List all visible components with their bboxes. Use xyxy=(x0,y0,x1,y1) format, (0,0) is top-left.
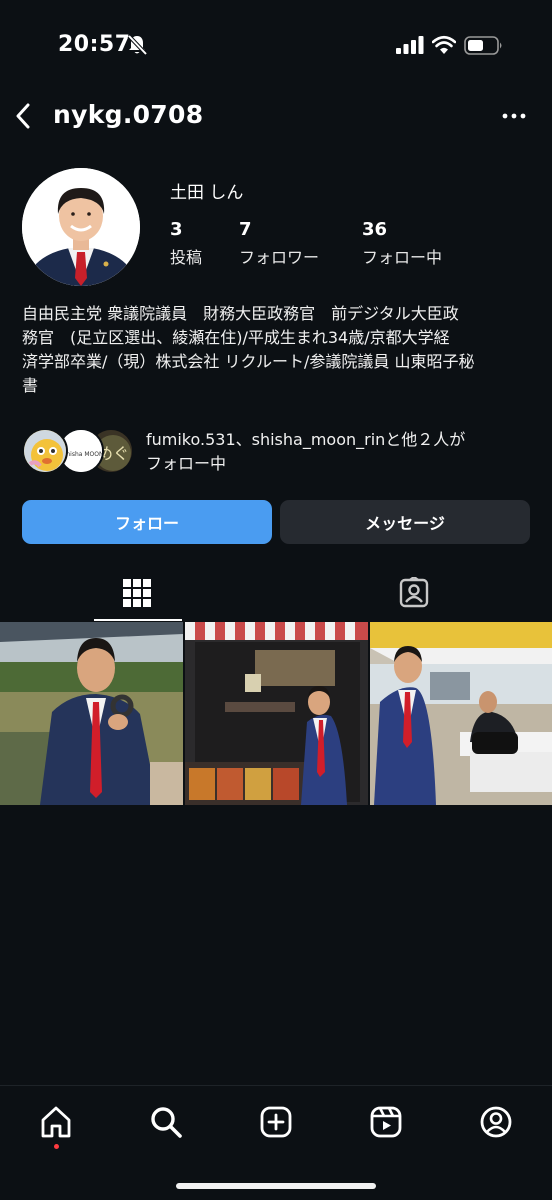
stat-followers-count: 7 xyxy=(239,219,252,240)
follow-button[interactable]: フォロー xyxy=(22,500,272,544)
post-thumbnail[interactable] xyxy=(0,622,183,805)
home-icon xyxy=(41,1106,71,1138)
tab-tagged[interactable] xyxy=(322,565,506,621)
more-horizontal-icon xyxy=(502,113,526,119)
profile-bio: 自由民主党 衆議院議員 財務大臣政務官 前デジタル大臣政 務官 (足立区選出、綾… xyxy=(22,302,537,398)
stat-followers-label: フォロワー xyxy=(239,248,320,267)
search-icon xyxy=(151,1107,182,1138)
profile-header: nykg.0708 xyxy=(0,95,552,137)
bio-line: 務官 (足立区選出、綾瀬在住)/平成生まれ34歳/京都大学経 xyxy=(22,328,450,347)
stat-following-label: フォロー中 xyxy=(362,248,443,267)
bio-line: 済学部卒業/（現）株式会社 リクルート/参議院議員 山東昭子秘 xyxy=(22,352,475,371)
mutual-followers-avatars[interactable]: めぐ Shisha MOON xyxy=(22,428,134,474)
profile-photo xyxy=(22,168,140,286)
nav-reels[interactable] xyxy=(366,1102,406,1142)
post-image-1 xyxy=(0,622,183,805)
nav-search[interactable] xyxy=(146,1102,186,1142)
nav-home[interactable] xyxy=(36,1102,76,1142)
chevron-left-icon xyxy=(16,103,30,129)
post-thumbnail[interactable] xyxy=(185,622,368,805)
back-button[interactable] xyxy=(8,99,38,133)
tagged-icon xyxy=(399,577,429,608)
stat-followers[interactable]: 7 フォロワー xyxy=(239,219,319,268)
profile-username: nykg.0708 xyxy=(53,100,204,129)
bio-line: 書 xyxy=(22,376,39,395)
mutual-followers-line: フォロー中 xyxy=(146,454,227,473)
stat-posts-count: 3 xyxy=(170,219,183,240)
mutual-avatar-1 xyxy=(22,428,68,474)
display-name: 土田 しん xyxy=(170,183,244,203)
create-icon xyxy=(260,1106,292,1138)
reels-icon xyxy=(370,1106,402,1138)
post-thumbnail[interactable] xyxy=(370,622,552,805)
nav-profile[interactable] xyxy=(476,1102,516,1142)
profile-screen: 20:57 nykg.0708 土田 しん 3 投稿 7 フォロワー 36 フォ… xyxy=(0,0,552,1200)
stat-posts: 3 投稿 xyxy=(170,219,202,268)
nav-create[interactable] xyxy=(256,1102,296,1142)
status-time: 20:57 xyxy=(58,32,131,57)
home-indicator[interactable] xyxy=(176,1183,376,1189)
stat-following-count: 36 xyxy=(362,219,388,240)
grid-icon xyxy=(123,579,151,607)
more-options-button[interactable] xyxy=(498,99,530,133)
mutual-followers-text[interactable]: fumiko.531、shisha_moon_rinと他２人が フォロー中 xyxy=(146,428,536,476)
post-image-2 xyxy=(185,622,368,805)
battery-icon xyxy=(464,36,502,55)
post-image-3 xyxy=(370,622,552,805)
bell-off-icon xyxy=(127,34,148,56)
tab-posts-grid[interactable] xyxy=(45,565,229,621)
home-notification-dot xyxy=(54,1144,59,1149)
profile-icon xyxy=(480,1106,512,1138)
stat-following[interactable]: 36 フォロー中 xyxy=(362,219,442,268)
profile-tabs xyxy=(0,565,552,621)
post-grid xyxy=(0,622,552,805)
active-tab-indicator xyxy=(94,619,182,621)
message-button[interactable]: メッセージ xyxy=(280,500,530,544)
mutual-followers-line: fumiko.531、shisha_moon_rinと他２人が xyxy=(146,430,466,449)
wifi-icon xyxy=(432,35,456,54)
profile-avatar[interactable] xyxy=(22,168,140,286)
mutual-avatar-logo-text: Shisha MOON xyxy=(63,451,104,458)
stat-posts-label: 投稿 xyxy=(170,248,203,267)
status-bar: 20:57 xyxy=(0,0,552,90)
signal-icon xyxy=(396,36,424,54)
bio-line: 自由民主党 衆議院議員 財務大臣政務官 前デジタル大臣政 xyxy=(22,304,459,323)
